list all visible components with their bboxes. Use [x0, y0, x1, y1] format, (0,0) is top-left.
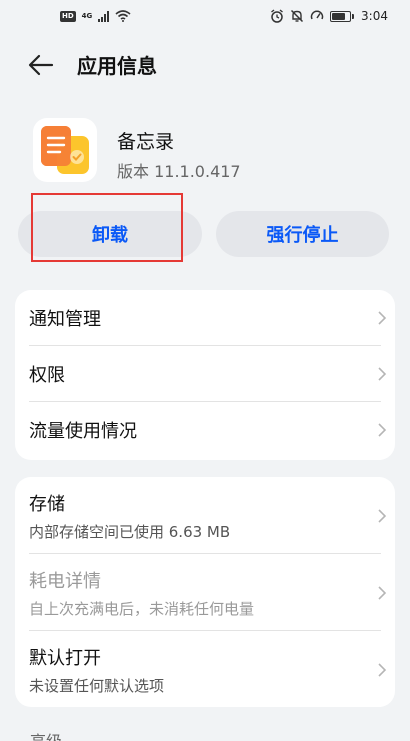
app-name: 备忘录	[117, 131, 175, 153]
wifi-icon	[115, 10, 131, 22]
row-title: 通知管理	[29, 309, 101, 330]
signal-icon	[98, 10, 110, 22]
app-version: 版本 11.1.0.417	[117, 162, 241, 181]
alarm-icon	[271, 9, 283, 23]
chevron-right-icon	[378, 311, 387, 325]
battery-usage-item[interactable]: 耗电详情 自上次充满电后，未消耗任何电量	[15, 554, 395, 631]
storage-item[interactable]: 存储 内部存储空间已使用 6.63 MB	[15, 477, 395, 554]
app-bar: 应用信息	[0, 40, 410, 90]
row-title: 耗电详情	[29, 570, 101, 592]
row-title: 权限	[29, 365, 65, 386]
row-subtitle: 自上次充满电后，未消耗任何电量	[29, 599, 255, 618]
chevron-right-icon	[378, 662, 387, 677]
status-bar: HD 4G 3:04	[0, 0, 410, 32]
hd-icon: HD	[60, 10, 76, 22]
mute-icon	[291, 9, 304, 23]
row-subtitle: 未设置任何默认选项	[29, 676, 165, 695]
force-stop-button[interactable]: 强行停止	[216, 211, 389, 257]
speed-icon	[310, 10, 324, 20]
chevron-right-icon	[378, 367, 387, 381]
advanced-section-label: 高级	[30, 728, 62, 741]
page-title: 应用信息	[77, 54, 157, 78]
screen: HD 4G 3:04 应用信息 备忘录 版本 11.1.0.417 卸载 强行停…	[0, 0, 410, 741]
back-arrow-icon[interactable]	[28, 54, 54, 76]
chevron-right-icon	[378, 585, 387, 600]
status-right: 3:04	[270, 9, 388, 23]
data-usage-item[interactable]: 流量使用情况	[15, 402, 395, 458]
row-title: 默认打开	[29, 647, 101, 669]
settings-card-1: 通知管理 权限 流量使用情况	[15, 290, 395, 460]
status-left: HD 4G	[60, 10, 131, 22]
chevron-right-icon	[378, 423, 387, 437]
chevron-right-icon	[378, 508, 387, 523]
notes-app-icon	[33, 118, 97, 182]
uninstall-button[interactable]: 卸载	[18, 211, 202, 257]
row-title: 存储	[29, 493, 65, 515]
settings-card-2: 存储 内部存储空间已使用 6.63 MB 耗电详情 自上次充满电后，未消耗任何电…	[15, 477, 395, 707]
row-title: 流量使用情况	[29, 421, 137, 442]
battery-icon	[330, 10, 355, 22]
open-by-default-item[interactable]: 默认打开 未设置任何默认选项	[15, 631, 395, 707]
battery-level	[332, 12, 345, 20]
network-type: 4G	[81, 12, 93, 20]
notification-management-item[interactable]: 通知管理	[15, 290, 395, 346]
row-subtitle: 内部存储空间已使用 6.63 MB	[29, 522, 231, 541]
permissions-item[interactable]: 权限	[15, 346, 395, 402]
clock: 3:04	[361, 9, 388, 23]
